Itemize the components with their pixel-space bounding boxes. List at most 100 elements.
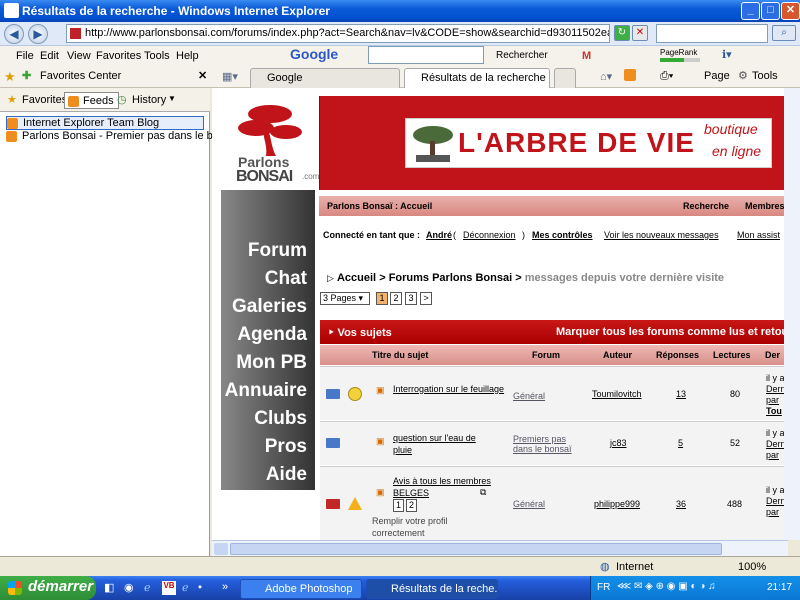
show-more-icon[interactable]: »	[222, 581, 228, 593]
start-button[interactable]: démarrer	[0, 576, 96, 600]
nav-forum[interactable]: Forum	[248, 240, 307, 262]
tab-search-results[interactable]: Résultats de la recherche	[404, 68, 550, 88]
quicklaunch-icon[interactable]: ⬩	[198, 581, 202, 594]
menu-favorites[interactable]: Favorites	[96, 50, 141, 62]
topic-title-link[interactable]: question sur l'eau de pluie	[393, 432, 493, 456]
menu-tools[interactable]: Tools	[144, 50, 170, 62]
panel-tab-favorites[interactable]: ★ Favorites	[4, 92, 71, 109]
menu-help[interactable]: Help	[176, 50, 199, 62]
print-icon[interactable]: ⎙▾	[660, 70, 673, 83]
google-search-button[interactable]: Rechercher	[496, 50, 548, 61]
author-link[interactable]: Toumilovitch	[592, 389, 642, 399]
tab-google[interactable]: Google	[250, 68, 400, 88]
menu-view[interactable]: View	[67, 50, 91, 62]
panel-tab-history[interactable]: ◷ History	[114, 92, 170, 109]
feeds-icon[interactable]	[624, 69, 636, 81]
quicklaunch-icon[interactable]: ◧	[104, 581, 114, 594]
topic-title-link[interactable]: Interrogation sur le feuillage	[393, 383, 517, 395]
forum-link[interactable]: Général	[513, 391, 545, 401]
replies-link[interactable]: 5	[678, 438, 683, 448]
page-2[interactable]: 2	[390, 292, 402, 305]
pages-dropdown[interactable]: 3 Pages ▾	[320, 292, 370, 305]
scroll-thumb[interactable]	[230, 543, 722, 555]
crumb-forums[interactable]: Forums Parlons Bonsai	[389, 272, 512, 284]
last-author-link[interactable]: Tou	[766, 406, 782, 416]
page-next[interactable]: >	[420, 292, 432, 305]
last-post-link[interactable]: Dern	[766, 384, 786, 394]
quicklaunch-icon[interactable]: ◉	[124, 581, 134, 594]
back-button[interactable]: ◀	[4, 24, 24, 44]
tools-menu[interactable]: Tools	[752, 70, 778, 82]
page-menu[interactable]: Page	[704, 70, 730, 82]
new-messages-link[interactable]: Voir les nouveaux messages	[604, 230, 719, 240]
crumb-home[interactable]: Accueil	[337, 272, 376, 284]
breadcrumb-home-link[interactable]: Parlons Bonsaï : Accueil	[327, 201, 432, 211]
add-favorite-icon[interactable]: ✚	[22, 69, 31, 82]
panel-menu-chevron-icon[interactable]: ▼	[168, 94, 176, 103]
horizontal-scrollbar[interactable]	[212, 540, 788, 556]
live-search-input[interactable]	[656, 24, 768, 43]
replies-link[interactable]: 13	[676, 389, 686, 399]
search-icon[interactable]: ⌕	[772, 25, 796, 41]
author-link[interactable]: jc83	[610, 438, 627, 448]
mark-all-read-link[interactable]: Marquer tous les forums comme lus et ret…	[556, 326, 793, 338]
page-1[interactable]: 1	[376, 292, 388, 305]
zoom-level[interactable]: 100%	[738, 561, 766, 573]
scroll-left-button[interactable]	[214, 543, 228, 555]
stop-icon[interactable]: ✕	[632, 25, 648, 41]
nav-annuaire[interactable]: Annuaire	[225, 380, 307, 402]
user-link[interactable]: André	[426, 230, 452, 240]
tray-icons[interactable]: ⋘ ✉ ◈ ⊕ ◉ ▣ ◐ ◑ ♫	[617, 581, 716, 592]
google-search-input[interactable]	[368, 46, 484, 64]
feed-item[interactable]: Parlons Bonsai - Premier pas dans le bon…	[6, 130, 240, 142]
favorites-center-label[interactable]: Favorites Center	[40, 70, 121, 82]
nav-aide[interactable]: Aide	[266, 464, 307, 486]
page-3[interactable]: 3	[405, 292, 417, 305]
minimize-button[interactable]: _	[741, 2, 760, 20]
banner-ad[interactable]: L'ARBRE DE VIE boutique en ligne	[405, 118, 772, 168]
author-link[interactable]: philippe999	[594, 499, 640, 509]
forward-button[interactable]: ▶	[28, 24, 48, 44]
nav-galeries[interactable]: Galeries	[232, 296, 307, 318]
new-tab-button[interactable]	[554, 68, 576, 88]
favorites-star-icon[interactable]: ★	[4, 69, 16, 85]
forum-link[interactable]: Premiers pas dans le bonsaï	[513, 434, 583, 454]
topic-page-1[interactable]: 1	[393, 499, 404, 512]
close-button[interactable]: ✕	[781, 2, 800, 20]
settings-icon[interactable]: ℹ▾	[722, 48, 732, 61]
gmail-icon[interactable]: M	[582, 50, 591, 62]
nav-pros[interactable]: Pros	[265, 436, 307, 458]
nav-mon-pb[interactable]: Mon PB	[236, 352, 307, 374]
topic-page-2[interactable]: 2	[406, 499, 417, 512]
quick-tabs-icon[interactable]: ▦▾	[222, 70, 238, 83]
assistant-link[interactable]: Mon assist	[737, 230, 780, 240]
search-link[interactable]: Recherche	[683, 201, 729, 211]
nav-clubs[interactable]: Clubs	[254, 408, 307, 430]
nav-agenda[interactable]: Agenda	[237, 324, 307, 346]
logout-link[interactable]: Déconnexion	[463, 230, 516, 240]
topic-title-link[interactable]: Avis à tous les membres BELGES	[393, 475, 493, 499]
vb-icon[interactable]: VB	[162, 581, 176, 595]
forum-link[interactable]: Général	[513, 499, 545, 509]
site-logo[interactable]: Parlons BONSAI .com	[236, 96, 319, 188]
ie-quicklaunch-icon[interactable]: ℯ	[144, 581, 151, 594]
ie-quicklaunch-icon[interactable]: ℯ	[182, 581, 189, 594]
maximize-button[interactable]: □	[761, 2, 780, 20]
refresh-icon[interactable]: ↻	[614, 25, 630, 41]
task-photoshop[interactable]: Adobe Photoshop	[240, 579, 362, 599]
menu-file[interactable]: File	[16, 50, 34, 62]
gear-icon[interactable]: ⚙	[738, 69, 748, 82]
task-ie-search[interactable]: Résultats de la reche...	[366, 579, 498, 599]
menu-edit[interactable]: Edit	[40, 50, 59, 62]
my-controls-link[interactable]: Mes contrôles	[532, 230, 593, 240]
close-panel-icon[interactable]: ✕	[198, 69, 207, 82]
members-link[interactable]: Membres	[745, 201, 785, 211]
replies-link[interactable]: 36	[676, 499, 686, 509]
panel-tab-feeds[interactable]: Feeds	[64, 92, 119, 109]
address-field[interactable]: http://www.parlonsbonsai.com/forums/inde…	[66, 24, 610, 43]
home-icon[interactable]: ⌂▾	[600, 70, 612, 83]
vertical-scrollbar[interactable]	[784, 88, 800, 540]
language-indicator[interactable]: FR	[597, 582, 610, 593]
last-post-link[interactable]: Dern	[766, 496, 786, 506]
feed-item[interactable]: Internet Explorer Team Blog	[6, 116, 204, 130]
